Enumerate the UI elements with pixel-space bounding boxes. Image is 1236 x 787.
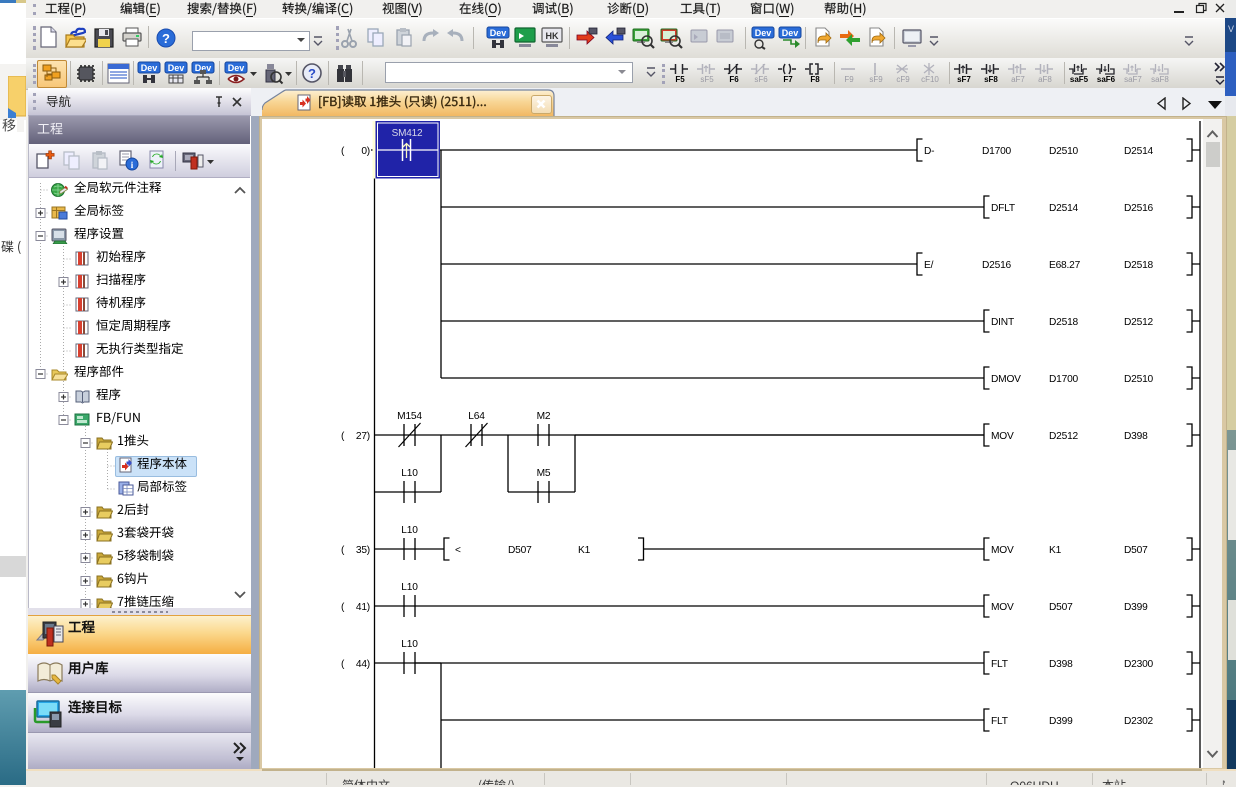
svg-text:D399: D399 [1124,602,1148,613]
svg-text:Dev: Dev [490,28,507,38]
svg-text:(: ( [341,431,345,442]
svg-text:D507: D507 [1124,545,1148,556]
svg-text:M5: M5 [537,468,551,479]
svg-text:?: ? [308,66,316,81]
svg-text:D2510: D2510 [1124,374,1154,385]
svg-text:D2512: D2512 [1124,317,1154,328]
svg-text:44): 44) [356,659,370,670]
svg-text:D2512: D2512 [1049,431,1079,442]
svg-text:Dev: Dev [228,63,245,73]
svg-text:D2518: D2518 [1124,260,1154,271]
svg-text:41): 41) [356,602,370,613]
svg-text:L10: L10 [401,582,418,593]
svg-text:D507: D507 [508,545,532,556]
svg-text:D2516: D2516 [982,260,1012,271]
svg-text:L10: L10 [401,639,418,650]
svg-text:(: ( [341,545,345,556]
svg-text:K1: K1 [1049,545,1062,556]
svg-text:35): 35) [356,545,370,556]
svg-text:MOV: MOV [991,602,1014,613]
svg-text:K1: K1 [578,545,591,556]
svg-text:L64: L64 [468,411,485,422]
svg-text:D2300: D2300 [1124,659,1154,670]
svg-text:DFLT: DFLT [991,203,1015,214]
svg-text:L10: L10 [401,468,418,479]
svg-text:FLT: FLT [991,716,1008,727]
svg-text:Dev: Dev [141,63,158,73]
svg-text:MOV: MOV [991,431,1014,442]
svg-text:(: ( [341,659,345,670]
svg-text:(: ( [341,602,345,613]
svg-text:Dev: Dev [755,28,772,38]
svg-text:Dev: Dev [168,63,185,73]
svg-text:D-: D- [924,146,934,157]
svg-text:D398: D398 [1124,431,1148,442]
svg-text:Dev: Dev [782,28,799,38]
svg-text:D2516: D2516 [1124,203,1154,214]
svg-text:D1700: D1700 [982,146,1012,157]
svg-text:D2510: D2510 [1049,146,1079,157]
svg-text:D2514: D2514 [1124,146,1154,157]
svg-text:27): 27) [356,431,370,442]
svg-text:D1700: D1700 [1049,374,1079,385]
svg-text:D2518: D2518 [1049,317,1079,328]
svg-text:<: < [455,545,461,556]
svg-text:FLT: FLT [991,659,1008,670]
svg-text:E68.27: E68.27 [1049,260,1081,271]
svg-text:D399: D399 [1049,716,1073,727]
svg-text:D2302: D2302 [1124,716,1154,727]
svg-text:SM412: SM412 [392,128,423,139]
svg-text:DINT: DINT [991,317,1014,328]
svg-text:D398: D398 [1049,659,1073,670]
svg-text:D2514: D2514 [1049,203,1079,214]
svg-text:HK: HK [546,31,559,41]
svg-text:D507: D507 [1049,602,1073,613]
svg-text:?: ? [162,31,170,46]
svg-text:M2: M2 [537,411,551,422]
svg-text:0): 0) [361,146,370,157]
svg-text:DMOV: DMOV [991,374,1021,385]
svg-text:(: ( [341,146,345,157]
svg-text:MOV: MOV [991,545,1014,556]
svg-text:E/: E/ [924,260,934,271]
svg-text:L10: L10 [401,525,418,536]
svg-text:M154: M154 [397,411,422,422]
